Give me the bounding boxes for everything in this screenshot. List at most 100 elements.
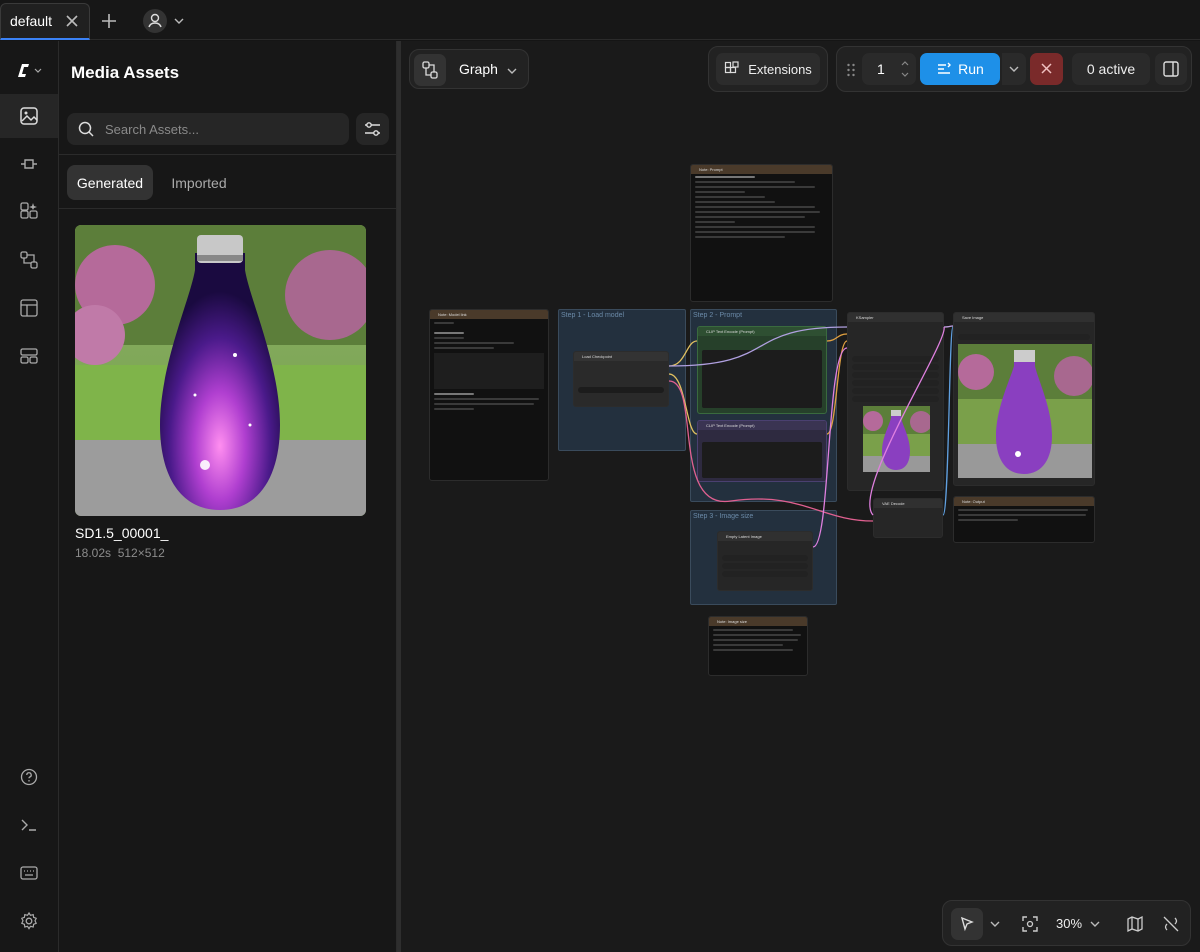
user-button[interactable] xyxy=(143,9,167,33)
zoom-level[interactable]: 30% xyxy=(1056,916,1082,931)
search-input[interactable] xyxy=(105,121,325,137)
run-icon xyxy=(938,62,952,74)
tab-bar: default xyxy=(0,0,1200,40)
panel-icon xyxy=(1163,61,1179,77)
node-title: VAE Decode xyxy=(874,499,942,508)
active-queue-button[interactable]: 0 active xyxy=(1072,53,1150,85)
select-tool-button[interactable] xyxy=(951,908,983,940)
active-label: 0 active xyxy=(1086,61,1136,77)
asset-duration: 18.02s xyxy=(75,546,112,560)
view-label: Graph xyxy=(459,61,498,77)
graph-view-selector[interactable]: Graph xyxy=(409,49,529,89)
sidebar-rail xyxy=(0,41,59,952)
node-title: Load Checkpoint xyxy=(574,352,668,361)
node-vae-decode[interactable]: VAE Decode xyxy=(873,498,943,538)
node-clip-positive[interactable]: CLIP Text Encode (Prompt) xyxy=(697,326,827,414)
asset-thumbnail[interactable] xyxy=(75,225,366,516)
node-clip-negative[interactable]: CLIP Text Encode (Prompt) xyxy=(697,420,827,482)
sidebar-item-templates[interactable] xyxy=(0,286,58,330)
bottle-image xyxy=(75,225,366,516)
asset-name: SD1.5_00001_ xyxy=(75,525,169,541)
cursor-icon xyxy=(960,916,974,932)
node-note-image-size[interactable]: Note: Image size xyxy=(708,616,808,676)
run-button[interactable]: Run xyxy=(920,53,1000,85)
unlink-icon[interactable] xyxy=(1162,915,1180,933)
logo-icon xyxy=(18,64,42,77)
node-title: Save Image xyxy=(954,313,1094,322)
group-title: Step 2 - Prompt xyxy=(693,312,743,319)
run-options-button[interactable] xyxy=(1002,53,1026,85)
node-note-model-link[interactable]: Note: Model link xyxy=(429,309,549,481)
queue-count-stepper[interactable]: 1 xyxy=(862,53,916,85)
chevron-down-icon[interactable] xyxy=(989,918,1001,930)
chevron-down-icon[interactable] xyxy=(173,15,185,27)
sidebar-item-workflows[interactable] xyxy=(0,238,58,282)
keyboard-icon xyxy=(20,866,38,880)
tab-default[interactable]: default xyxy=(0,3,90,40)
extensions-label: Extensions xyxy=(748,61,812,77)
run-toolbar: 1 Run 0 active xyxy=(836,46,1192,92)
chevron-down-icon[interactable] xyxy=(1089,918,1101,930)
asset-meta: 18.02s 512×512 xyxy=(75,546,165,560)
tab-imported[interactable]: Imported xyxy=(159,165,239,200)
media-assets-panel: Media Assets Generated Imported xyxy=(59,41,397,952)
logo-menu[interactable] xyxy=(0,49,58,93)
sidebar-item-layout[interactable] xyxy=(0,334,58,378)
toggle-panel-button[interactable] xyxy=(1155,53,1187,85)
terminal-icon xyxy=(21,819,36,831)
cancel-button[interactable] xyxy=(1030,53,1063,85)
search-icon xyxy=(78,121,94,137)
sidebar-item-nodes[interactable] xyxy=(0,142,58,186)
settings-button[interactable] xyxy=(0,899,58,943)
node-title: Note: Model link xyxy=(430,310,548,319)
output-image xyxy=(958,344,1094,478)
node-ksampler[interactable]: KSampler xyxy=(847,312,944,491)
plug-icon xyxy=(21,159,37,169)
keyboard-button[interactable] xyxy=(0,851,58,895)
filter-button[interactable] xyxy=(356,113,389,145)
node-title: KSampler xyxy=(848,313,943,322)
terminal-button[interactable] xyxy=(0,803,58,847)
run-label: Run xyxy=(958,61,984,77)
close-icon[interactable] xyxy=(63,12,81,30)
help-button[interactable] xyxy=(0,755,58,799)
node-save-image[interactable]: Save Image xyxy=(953,312,1095,486)
group-title: Step 3 - Image size xyxy=(693,513,754,520)
graph-canvas[interactable]: Graph Extensions 1 Run 0 active Step 1 -… xyxy=(401,41,1200,952)
node-note-prompt[interactable]: Note: Prompt xyxy=(690,164,833,302)
drag-icon[interactable] xyxy=(846,62,856,78)
node-title: Note: Prompt xyxy=(691,165,832,174)
gear-icon xyxy=(20,911,38,930)
node-empty-latent[interactable]: Empty Latent Image xyxy=(717,531,813,591)
tab-generated[interactable]: Generated xyxy=(67,165,153,200)
template-icon xyxy=(20,299,38,317)
node-title: Note: Image size xyxy=(709,617,807,626)
search-box[interactable] xyxy=(67,113,349,145)
fit-icon[interactable] xyxy=(1021,915,1039,933)
sidebar-item-models[interactable] xyxy=(0,190,58,234)
user-icon xyxy=(148,13,162,28)
node-load-checkpoint[interactable]: Load Checkpoint xyxy=(573,351,669,407)
extensions-button[interactable]: Extensions xyxy=(716,53,820,85)
workflow-icon xyxy=(20,251,38,269)
preview-image xyxy=(863,406,932,472)
node-title: CLIP Text Encode (Prompt) xyxy=(698,327,826,336)
chevron-down-icon xyxy=(507,68,517,74)
asset-dimensions: 512×512 xyxy=(117,546,165,560)
chevron-down-icon xyxy=(1009,66,1019,72)
node-note-output[interactable]: Note: Output xyxy=(953,496,1095,543)
node-title: Empty Latent Image xyxy=(718,532,812,541)
plus-icon[interactable] xyxy=(100,12,118,30)
sparkles-icon xyxy=(20,202,38,219)
node-title: Note: Output xyxy=(954,497,1094,506)
workflow-icon-box xyxy=(414,54,446,86)
stepper-arrows-icon[interactable] xyxy=(900,57,910,81)
map-icon[interactable] xyxy=(1126,915,1144,933)
group-title: Step 1 - Load model xyxy=(561,312,625,319)
puzzle-icon xyxy=(725,61,739,74)
divider xyxy=(59,154,397,155)
sliders-icon xyxy=(365,122,380,136)
canvas-bottom-toolbar: 30% xyxy=(942,900,1191,946)
sidebar-item-assets[interactable] xyxy=(0,94,58,138)
queue-count: 1 xyxy=(877,61,885,77)
